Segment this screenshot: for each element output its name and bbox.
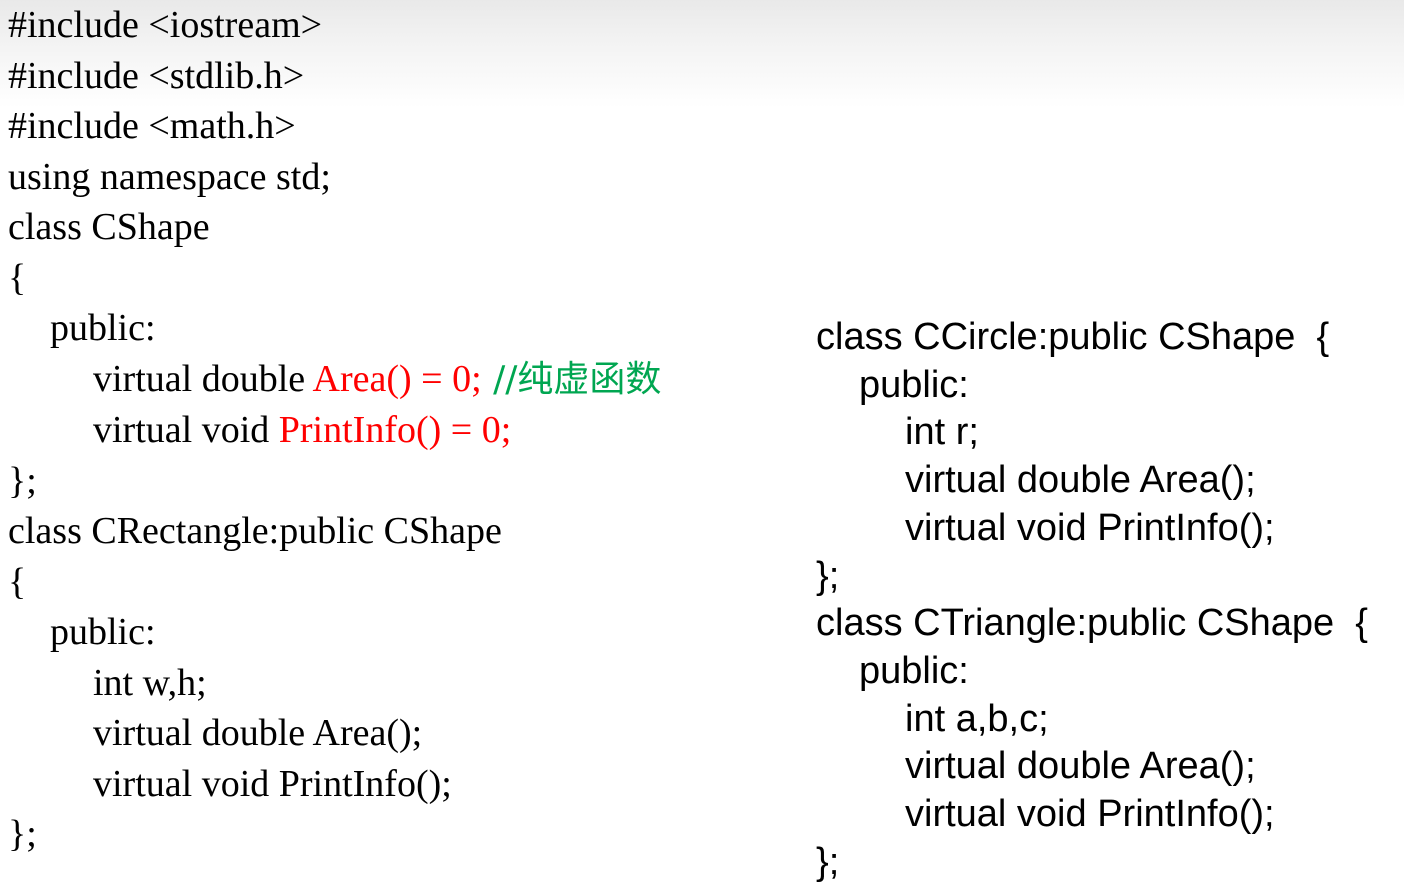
ctriangle-members-line: int a,b,c; xyxy=(905,697,1049,740)
crectangle-class-line: class CRectangle:public CShape xyxy=(8,510,502,552)
left-code-block: #include <iostream> #include <stdlib.h> … xyxy=(8,0,661,860)
include-iostream-line: #include <iostream> xyxy=(8,4,323,46)
ccircle-public-label: public: xyxy=(859,363,969,406)
ccircle-close-brace: }; xyxy=(816,554,840,597)
cshape-close-brace: }; xyxy=(8,459,37,502)
slide: #include <iostream> #include <stdlib.h> … xyxy=(0,0,1404,888)
ctriangle-close-brace: }; xyxy=(816,840,840,883)
crectangle-members-line: int w,h; xyxy=(93,661,207,704)
ctriangle-printinfo-line: virtual void PrintInfo(); xyxy=(905,793,1275,836)
crectangle-area-line: virtual double Area(); xyxy=(93,712,423,754)
crectangle-close-brace: }; xyxy=(8,813,37,855)
ccircle-members-line: int r; xyxy=(905,411,979,454)
right-code-block: class CCircle:public CShape { public: in… xyxy=(816,314,1368,886)
ctriangle-public-label: public: xyxy=(859,649,969,692)
area-pure-virtual: Area() = 0; xyxy=(312,357,482,400)
crectangle-public-label: public: xyxy=(50,611,156,653)
cshape-area-line: virtual double Area() = 0; //纯虚函数 xyxy=(8,354,661,406)
ccircle-class-line: class CCircle:public CShape { xyxy=(816,316,1330,358)
area-prefix: virtual double xyxy=(93,357,313,400)
pure-virtual-comment: //纯虚函数 xyxy=(481,358,662,400)
crectangle-printinfo-line: virtual void PrintInfo(); xyxy=(93,762,452,805)
include-stdlib-line: #include <stdlib.h> xyxy=(8,54,305,97)
cshape-printinfo-line: virtual void PrintInfo() = 0; xyxy=(8,405,661,456)
ccircle-printinfo-line: virtual void PrintInfo(); xyxy=(905,506,1275,549)
using-namespace-line: using namespace std; xyxy=(8,155,331,198)
crectangle-open-brace: { xyxy=(8,560,27,603)
ccircle-area-line: virtual double Area(); xyxy=(905,459,1256,502)
cshape-open-brace: { xyxy=(8,256,27,299)
ctriangle-class-line: class CTriangle:public CShape { xyxy=(816,602,1368,645)
cshape-class-line: class CShape xyxy=(8,206,210,248)
printinfo-prefix: virtual void xyxy=(93,409,279,451)
include-math-line: #include <math.h> xyxy=(8,105,296,147)
ctriangle-area-line: virtual double Area(); xyxy=(905,745,1256,788)
printinfo-pure-virtual: PrintInfo() = 0; xyxy=(278,409,512,451)
cshape-public-label: public: xyxy=(50,307,156,349)
